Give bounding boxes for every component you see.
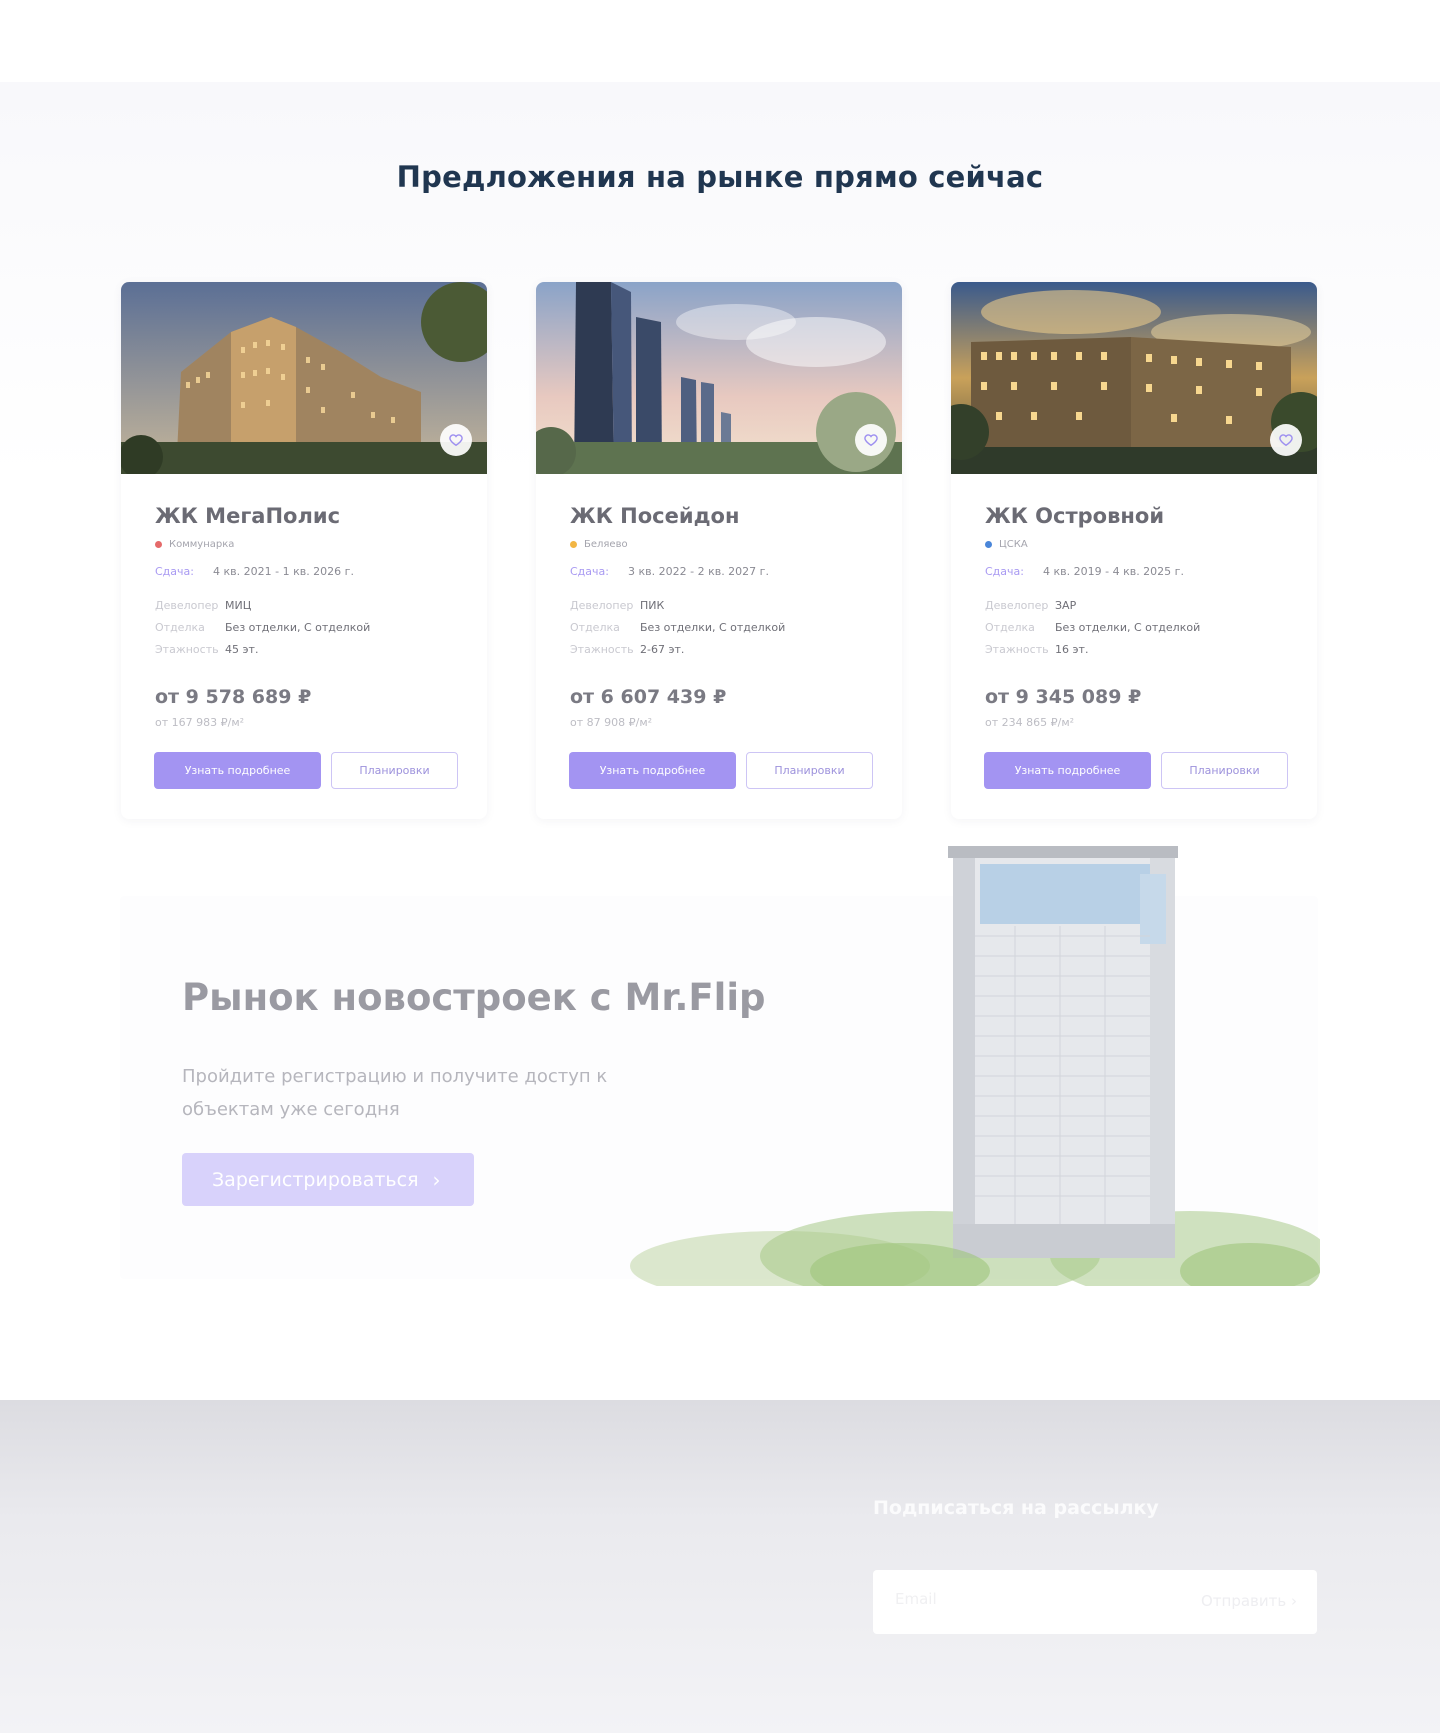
property-card[interactable]: ЖК МегаПолис Коммунарка Сдача: 4 кв. 202…	[121, 282, 487, 819]
price-per-sqm: от 87 908 ₽/м²	[570, 716, 653, 729]
floor-plans-button[interactable]: Планировки	[1161, 752, 1288, 789]
spec-finishing: Отделка Без отделки, С отделкой	[570, 620, 786, 634]
delivery-dates: Сдача: 4 кв. 2021 - 1 кв. 2026 г.	[155, 565, 354, 578]
property-photo[interactable]	[121, 282, 487, 474]
heart-icon	[1279, 434, 1293, 447]
floor-plans-button[interactable]: Планировки	[331, 752, 458, 789]
metro-station: Беляево	[570, 539, 874, 550]
favorite-button[interactable]	[1270, 424, 1302, 456]
banner-subtitle: Пройдите регистрацию и получите доступ к…	[182, 1066, 608, 1120]
send-button[interactable]: Отправить ›	[1201, 1592, 1297, 1610]
property-specs: Девелопер ЗАР Отделка Без отделки, С отдел…	[985, 594, 1289, 660]
section-title: Предложения на рынке прямо сейчас	[396, 160, 1044, 194]
property-name[interactable]: ЖК Островной	[985, 504, 1289, 528]
metro-line-icon	[570, 541, 577, 548]
price: от 6 607 439 ₽	[570, 686, 727, 708]
spec-floors: Этажность 45 эт.	[155, 642, 259, 656]
subscribe-form: Отправить ›	[873, 1570, 1317, 1634]
property-card[interactable]: ЖК Посейдон Беляево Сдача: 3 кв. 2022 - …	[536, 282, 902, 819]
more-details-button[interactable]: Узнать подробнее	[984, 752, 1151, 789]
property-name[interactable]: ЖК Посейдон	[570, 504, 874, 528]
email-input[interactable]	[895, 1590, 1145, 1608]
metro-line-icon	[985, 541, 992, 548]
metro-station: ЦСКА	[985, 539, 1289, 550]
spec-developer: Девелопер МИЦ	[155, 598, 252, 612]
property-photo[interactable]	[536, 282, 902, 474]
price: от 9 345 089 ₽	[985, 686, 1142, 708]
heart-icon	[449, 434, 463, 447]
spec-floors: Этажность 2-67 эт.	[570, 642, 685, 656]
property-specs: Девелопер ПИК Отделка Без отделки, С отдел…	[570, 594, 874, 660]
price-per-sqm: от 167 983 ₽/м²	[155, 716, 245, 729]
register-button[interactable]: Зарегистрироваться ›	[182, 1153, 474, 1206]
property-name[interactable]: ЖК МегаПолис	[155, 504, 459, 528]
favorite-button[interactable]	[855, 424, 887, 456]
chevron-right-icon: ›	[432, 1167, 441, 1192]
footer: Подписаться на рассылку Отправить ›	[0, 1400, 1440, 1733]
price-per-sqm: от 234 865 ₽/м²	[985, 716, 1075, 729]
property-specs: Девелопер МИЦ Отделка Без отделки, С отдел…	[155, 594, 459, 660]
metro-station: Коммунарка	[155, 539, 459, 550]
spec-floors: Этажность 16 эт.	[985, 642, 1089, 656]
property-card[interactable]: ЖК Островной ЦСКА Сдача: 4 кв. 2019 - 4 …	[951, 282, 1317, 819]
spec-developer: Девелопер ЗАР	[985, 598, 1077, 612]
spec-developer: Девелопер ПИК	[570, 598, 665, 612]
header-bar	[0, 0, 1440, 82]
tower-illustration	[630, 846, 1320, 1286]
heart-icon	[864, 434, 878, 447]
chevron-right-icon: ›	[1291, 1592, 1297, 1610]
more-details-button[interactable]: Узнать подробнее	[154, 752, 321, 789]
price: от 9 578 689 ₽	[155, 686, 312, 708]
property-photo[interactable]	[951, 282, 1317, 474]
spec-finishing: Отделка Без отделки, С отделкой	[155, 620, 371, 634]
metro-line-icon	[155, 541, 162, 548]
spec-finishing: Отделка Без отделки, С отделкой	[985, 620, 1201, 634]
subscribe-label: Подписаться на рассылку	[873, 1497, 1159, 1519]
delivery-dates: Сдача: 3 кв. 2022 - 2 кв. 2027 г.	[570, 565, 769, 578]
favorite-button[interactable]	[440, 424, 472, 456]
more-details-button[interactable]: Узнать подробнее	[569, 752, 736, 789]
floor-plans-button[interactable]: Планировки	[746, 752, 873, 789]
delivery-dates: Сдача: 4 кв. 2019 - 4 кв. 2025 г.	[985, 565, 1184, 578]
